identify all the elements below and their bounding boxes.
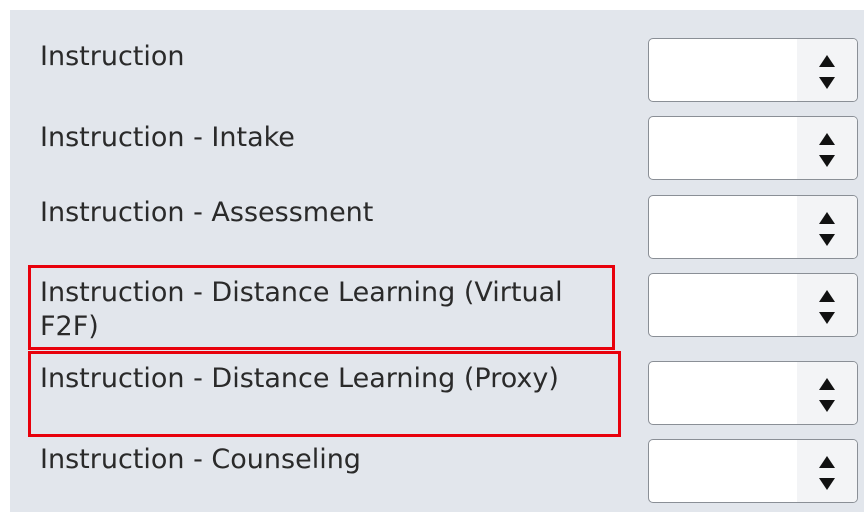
stepper-instruction-intake[interactable]: [648, 116, 858, 180]
triangle-up-icon[interactable]: [819, 290, 835, 302]
triangle-up-icon[interactable]: [819, 55, 835, 67]
highlight-box-virtual: [28, 265, 615, 350]
stepper-instruction-counseling[interactable]: [648, 439, 858, 503]
stepper-arrows: [797, 117, 857, 179]
row-label-instruction-assessment: Instruction - Assessment: [40, 197, 374, 228]
stepper-arrows: [797, 196, 857, 258]
triangle-down-icon[interactable]: [819, 77, 835, 89]
highlight-box-proxy: [28, 351, 621, 437]
triangle-down-icon[interactable]: [819, 234, 835, 246]
stepper-instruction[interactable]: [648, 38, 858, 102]
triangle-down-icon[interactable]: [819, 312, 835, 324]
row-label-instruction-intake: Instruction - Intake: [40, 122, 295, 153]
stepper-arrows: [797, 274, 857, 336]
triangle-down-icon[interactable]: [819, 478, 835, 490]
stepper-arrows: [797, 39, 857, 101]
triangle-up-icon[interactable]: [819, 378, 835, 390]
stepper-instruction-distance-learning-proxy[interactable]: [648, 361, 858, 425]
stepper-instruction-assessment[interactable]: [648, 195, 858, 259]
triangle-down-icon[interactable]: [819, 155, 835, 167]
triangle-up-icon[interactable]: [819, 456, 835, 468]
stepper-arrows: [797, 440, 857, 502]
triangle-up-icon[interactable]: [819, 133, 835, 145]
row-label-instruction: Instruction: [40, 41, 185, 72]
row-label-instruction-counseling: Instruction - Counseling: [40, 444, 361, 475]
triangle-down-icon[interactable]: [819, 400, 835, 412]
triangle-up-icon[interactable]: [819, 212, 835, 224]
stepper-instruction-distance-learning-virtual[interactable]: [648, 273, 858, 337]
stepper-arrows: [797, 362, 857, 424]
